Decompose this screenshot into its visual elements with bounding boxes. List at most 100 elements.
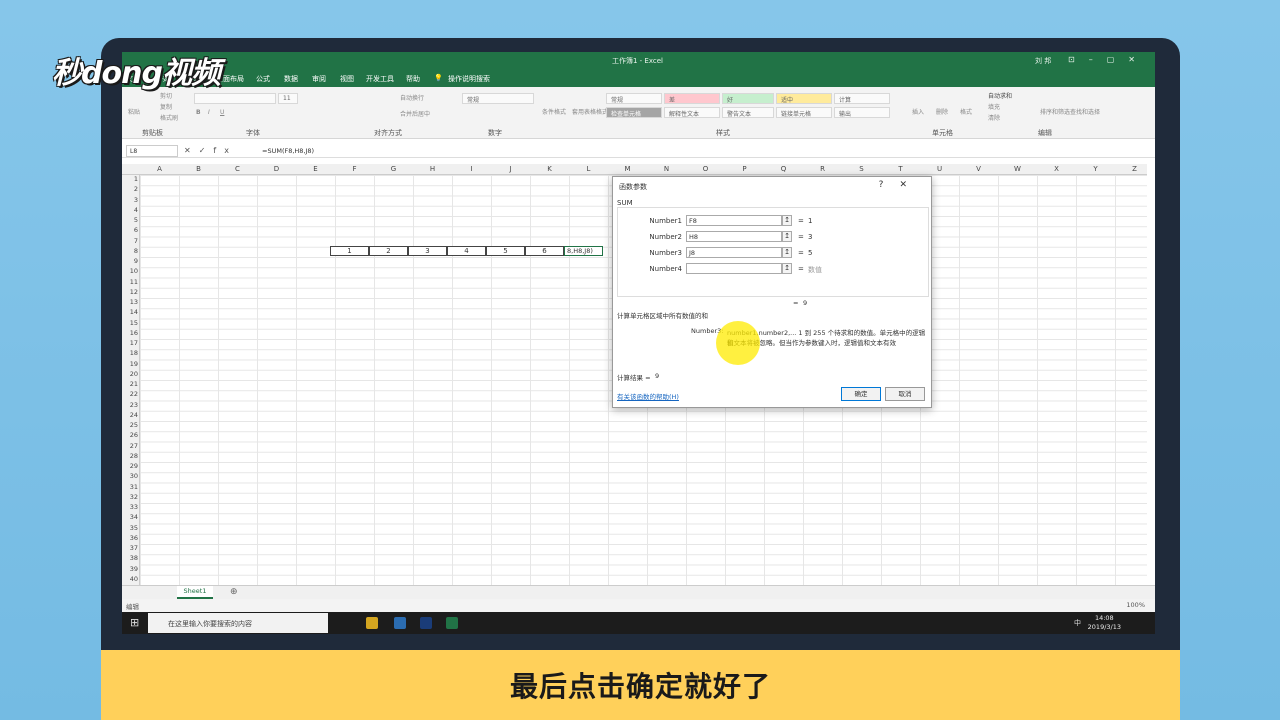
clear-button[interactable]: 清除 — [988, 113, 1000, 122]
row-header[interactable]: 33 — [122, 503, 138, 511]
row-header[interactable]: 13 — [122, 298, 138, 306]
style-bad[interactable]: 差 — [664, 93, 720, 104]
collapse-icon[interactable]: ↥ — [782, 215, 792, 226]
menu-review[interactable]: 审阅 — [312, 74, 326, 84]
cancel-button[interactable]: 取消 — [885, 387, 925, 401]
close-icon[interactable]: ✕ — [899, 180, 923, 190]
column-header[interactable]: Q — [764, 165, 803, 173]
menu-developer[interactable]: 开发工具 — [366, 74, 394, 84]
column-header[interactable]: E — [296, 165, 335, 173]
menu-help[interactable]: 帮助 — [406, 74, 420, 84]
bold-button[interactable]: B — [196, 109, 201, 116]
column-header[interactable]: Y — [1076, 165, 1115, 173]
formula-buttons[interactable]: ✕✓fx — [184, 146, 237, 155]
column-header[interactable]: U — [920, 165, 959, 173]
photoshop-icon[interactable] — [420, 617, 432, 629]
italic-button[interactable]: I — [208, 109, 210, 116]
font-size-select[interactable]: 11 — [278, 93, 298, 104]
style-link[interactable]: 链接单元格 — [776, 107, 832, 118]
column-header[interactable]: O — [686, 165, 725, 173]
row-header[interactable]: 7 — [122, 237, 138, 245]
column-header[interactable]: F — [335, 165, 374, 173]
row-header[interactable]: 28 — [122, 452, 138, 460]
row-header[interactable]: 20 — [122, 370, 138, 378]
copy-button[interactable]: 复制 — [160, 102, 172, 111]
row-header[interactable]: 34 — [122, 513, 138, 521]
name-box[interactable]: L8 — [126, 145, 178, 157]
row-header[interactable]: 30 — [122, 472, 138, 480]
column-header[interactable]: G — [374, 165, 413, 173]
menu-data[interactable]: 数据 — [284, 74, 298, 84]
file-explorer-icon[interactable] — [366, 617, 378, 629]
clock[interactable]: 14:08 2019/3/13 — [1088, 614, 1121, 632]
collapse-icon[interactable]: ↥ — [782, 247, 792, 258]
row-header[interactable]: 23 — [122, 401, 138, 409]
row-header[interactable]: 35 — [122, 524, 138, 532]
column-header[interactable]: P — [725, 165, 764, 173]
column-header[interactable]: H — [413, 165, 452, 173]
row-header[interactable]: 8 — [122, 247, 138, 255]
row-header[interactable]: 5 — [122, 216, 138, 224]
arg-input-3[interactable]: J8 — [686, 247, 782, 258]
column-header[interactable]: C — [218, 165, 257, 173]
row-header[interactable]: 37 — [122, 544, 138, 552]
style-explain[interactable]: 解释性文本 — [664, 107, 720, 118]
cut-button[interactable]: 剪切 — [160, 91, 172, 100]
column-header[interactable]: K — [530, 165, 569, 173]
number-format-select[interactable]: 常规 — [462, 93, 534, 104]
row-header[interactable]: 36 — [122, 534, 138, 542]
paste-button[interactable]: 粘贴 — [128, 107, 140, 116]
format-cells-button[interactable]: 格式 — [960, 107, 972, 116]
zoom-level[interactable]: 100% — [1126, 601, 1145, 609]
row-header[interactable]: 21 — [122, 380, 138, 388]
insert-cells-button[interactable]: 插入 — [912, 107, 924, 116]
formula-input[interactable]: =SUM(F8,H8,J8) — [262, 147, 314, 155]
sheet-tab[interactable]: Sheet1 — [177, 586, 213, 599]
delete-cells-button[interactable]: 删除 — [936, 107, 948, 116]
ok-button[interactable]: 确定 — [841, 387, 881, 401]
row-header[interactable]: 3 — [122, 196, 138, 204]
collapse-icon[interactable]: ↥ — [782, 263, 792, 274]
arg-input-4[interactable] — [686, 263, 782, 274]
row-header[interactable]: 16 — [122, 329, 138, 337]
column-header[interactable]: J — [491, 165, 530, 173]
fill-button[interactable]: 填充 — [988, 102, 1000, 111]
cell-f8[interactable]: 1 — [330, 246, 369, 256]
style-normal[interactable]: 常规 — [606, 93, 662, 104]
row-header[interactable]: 15 — [122, 319, 138, 327]
row-header[interactable]: 32 — [122, 493, 138, 501]
row-header[interactable]: 9 — [122, 257, 138, 265]
arg-input-2[interactable]: H8 — [686, 231, 782, 242]
column-header[interactable]: R — [803, 165, 842, 173]
menu-formula[interactable]: 公式 — [256, 74, 270, 84]
row-header[interactable]: 19 — [122, 360, 138, 368]
excel-icon[interactable] — [446, 617, 458, 629]
cell-i8[interactable]: 4 — [447, 246, 486, 256]
column-header[interactable]: A — [140, 165, 179, 173]
row-header[interactable]: 12 — [122, 288, 138, 296]
format-table-button[interactable]: 套用表格格式 — [572, 107, 608, 116]
row-header[interactable]: 2 — [122, 185, 138, 193]
row-header[interactable]: 10 — [122, 267, 138, 275]
column-header[interactable]: B — [179, 165, 218, 173]
autosum-button[interactable]: 自动求和 — [988, 91, 1012, 100]
column-header[interactable]: N — [647, 165, 686, 173]
underline-button[interactable]: U — [220, 109, 224, 116]
row-header[interactable]: 17 — [122, 339, 138, 347]
column-header[interactable]: T — [881, 165, 920, 173]
style-good[interactable]: 好 — [722, 93, 774, 104]
row-header[interactable]: 22 — [122, 390, 138, 398]
add-sheet-icon[interactable]: ⊕ — [230, 587, 238, 597]
column-header[interactable]: Z — [1115, 165, 1154, 173]
ime-indicator[interactable]: 中 — [1074, 618, 1081, 628]
row-header[interactable]: 29 — [122, 462, 138, 470]
style-warn[interactable]: 警告文本 — [722, 107, 774, 118]
arg-input-1[interactable]: F8 — [686, 215, 782, 226]
menu-search[interactable]: 操作说明搜索 — [448, 74, 490, 84]
row-header[interactable]: 4 — [122, 206, 138, 214]
help-link[interactable]: 有关该函数的帮助(H) — [617, 391, 679, 401]
row-header[interactable]: 14 — [122, 308, 138, 316]
row-header[interactable]: 31 — [122, 483, 138, 491]
browser-icon[interactable] — [394, 617, 406, 629]
cell-g8[interactable]: 2 — [369, 246, 408, 256]
